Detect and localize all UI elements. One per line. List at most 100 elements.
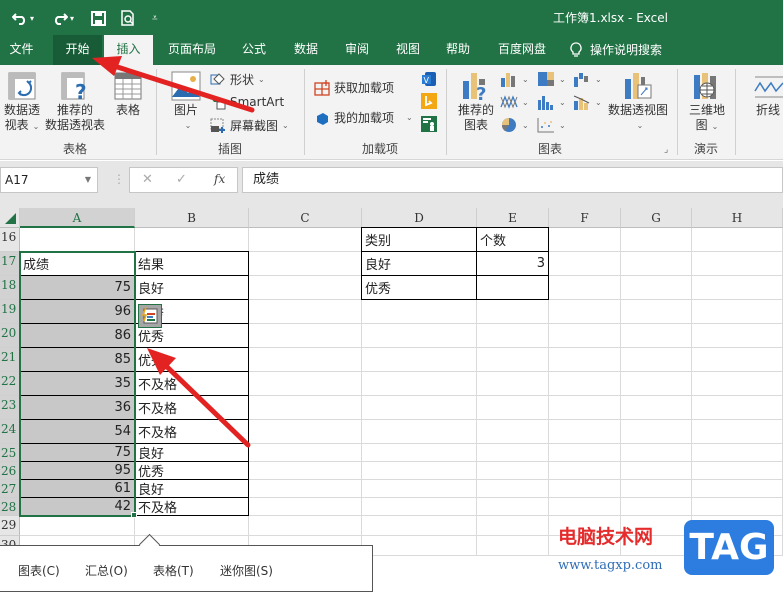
get-addins-button[interactable]: 获取加载项 (314, 79, 394, 96)
customize-quick-access-button[interactable]: ⩡ (152, 8, 158, 28)
cell[interactable] (20, 516, 135, 536)
score-cell[interactable]: 75 (19, 443, 135, 462)
quick-analysis-tab-sparklines[interactable]: 迷你图(S) (220, 562, 273, 579)
cell[interactable] (477, 396, 549, 420)
cell[interactable] (692, 348, 783, 372)
score-cell[interactable]: 75 (19, 275, 135, 300)
quick-analysis-tab-totals[interactable]: 汇总(O) (85, 562, 128, 579)
cell[interactable] (477, 372, 549, 396)
score-cell[interactable]: 54 (19, 419, 135, 444)
cell[interactable] (692, 396, 783, 420)
row-header-21[interactable]: 21 (0, 348, 20, 372)
cell[interactable] (549, 480, 621, 498)
cell[interactable] (249, 498, 362, 516)
undo-button[interactable]: ▾ (12, 8, 34, 28)
count-cell[interactable] (476, 275, 549, 300)
cell[interactable] (621, 276, 692, 300)
row-header-16[interactable]: 16 (0, 228, 20, 252)
cell[interactable] (549, 324, 621, 348)
result-cell[interactable]: 良好 (134, 443, 249, 462)
cell[interactable] (362, 480, 477, 498)
result-cell[interactable]: 优秀 (134, 461, 249, 480)
cell[interactable] (362, 348, 477, 372)
cell[interactable] (477, 348, 549, 372)
cell[interactable] (249, 516, 362, 536)
row-header-17[interactable]: 17 (0, 252, 20, 276)
save-button[interactable] (91, 8, 106, 28)
table-button[interactable]: 表格 (110, 71, 146, 118)
cell[interactable] (477, 516, 549, 536)
row-header-20[interactable]: 20 (0, 324, 20, 348)
table-header-category[interactable]: 类别 (361, 227, 477, 252)
cell[interactable] (621, 462, 692, 480)
name-box-dropdown-icon[interactable]: ▼ (85, 168, 91, 192)
row-header-26[interactable]: 26 (0, 462, 20, 480)
my-addins-button[interactable]: 我的加载项 ⌄ (314, 109, 413, 126)
scatter-chart-button[interactable]: ⌄ (537, 117, 566, 133)
column-header-d[interactable]: D (362, 208, 477, 228)
cell[interactable] (621, 498, 692, 516)
sparkline-line-button[interactable]: 折线 (748, 71, 783, 118)
cell[interactable] (249, 228, 362, 252)
cell[interactable] (549, 420, 621, 444)
cell[interactable] (692, 324, 783, 348)
column-header-g[interactable]: G (621, 208, 692, 228)
row-header-19[interactable]: 19 (0, 300, 20, 324)
undo-dropdown-icon[interactable]: ▾ (30, 14, 34, 23)
bing-maps-button[interactable] (420, 93, 438, 113)
cell[interactable] (362, 444, 477, 462)
tab-home[interactable]: 开始 (53, 35, 102, 65)
cell[interactable] (362, 498, 477, 516)
cell[interactable] (692, 276, 783, 300)
column-header-b[interactable]: B (135, 208, 249, 228)
people-graph-button[interactable] (420, 116, 438, 136)
row-header-23[interactable]: 23 (0, 396, 20, 420)
table-header-count[interactable]: 个数 (476, 227, 549, 252)
screenshot-button[interactable]: 屏幕截图 ⌄ (210, 117, 289, 134)
row-header-27[interactable]: 27 (0, 480, 20, 498)
pivot-chart-button[interactable]: 数据透视图 ⌄ (606, 71, 670, 133)
cell[interactable] (20, 228, 135, 252)
column-header-a[interactable]: A (20, 208, 135, 228)
print-preview-button[interactable] (121, 8, 136, 28)
cell[interactable] (621, 420, 692, 444)
cell[interactable] (477, 462, 549, 480)
cell[interactable] (621, 252, 692, 276)
charts-dialog-launcher[interactable]: ⌟ (664, 145, 668, 155)
cell[interactable] (621, 228, 692, 252)
cell[interactable] (692, 480, 783, 498)
cell[interactable] (477, 480, 549, 498)
cell[interactable] (362, 372, 477, 396)
quick-analysis-button[interactable] (138, 304, 162, 328)
line-chart-button[interactable]: ⌄ (500, 94, 529, 110)
cell[interactable] (692, 498, 783, 516)
cell[interactable] (477, 324, 549, 348)
worksheet-grid[interactable]: ABCDEFGH161718192021222324252627282930成绩… (0, 208, 783, 584)
quick-analysis-tab-charts[interactable]: 图表(C) (18, 562, 60, 579)
tab-page-layout[interactable]: 页面布局 (163, 35, 221, 65)
cell[interactable] (249, 276, 362, 300)
cell[interactable] (249, 396, 362, 420)
smartart-button[interactable]: SmartArt (210, 94, 284, 110)
pictures-button[interactable]: 图片 ⌄ (168, 71, 204, 133)
enter-icon[interactable]: ✓ (176, 172, 187, 187)
select-all-button[interactable] (0, 208, 20, 228)
result-cell[interactable]: 良好 (134, 275, 249, 300)
waterfall-chart-button[interactable]: ⌄ (573, 71, 602, 87)
hierarchy-chart-button[interactable]: ⌄ (537, 71, 566, 87)
cell[interactable] (621, 300, 692, 324)
name-box[interactable]: A17 ▼ (0, 167, 98, 193)
tab-baidu-netdisk[interactable]: 百度网盘 (493, 35, 551, 65)
cell[interactable] (477, 444, 549, 462)
result-cell[interactable]: 优秀 (134, 347, 249, 372)
cell[interactable] (362, 536, 477, 556)
score-cell[interactable]: 61 (19, 479, 135, 498)
cell[interactable] (692, 420, 783, 444)
cell[interactable] (549, 228, 621, 252)
tab-file[interactable]: 文件 (0, 35, 43, 65)
score-cell[interactable]: 85 (19, 347, 135, 372)
recommended-pivot-button[interactable]: ? 推荐的 数据透视表 (44, 71, 106, 133)
score-cell[interactable]: 42 (19, 497, 135, 516)
cell[interactable] (362, 324, 477, 348)
row-header-28[interactable]: 28 (0, 498, 20, 516)
